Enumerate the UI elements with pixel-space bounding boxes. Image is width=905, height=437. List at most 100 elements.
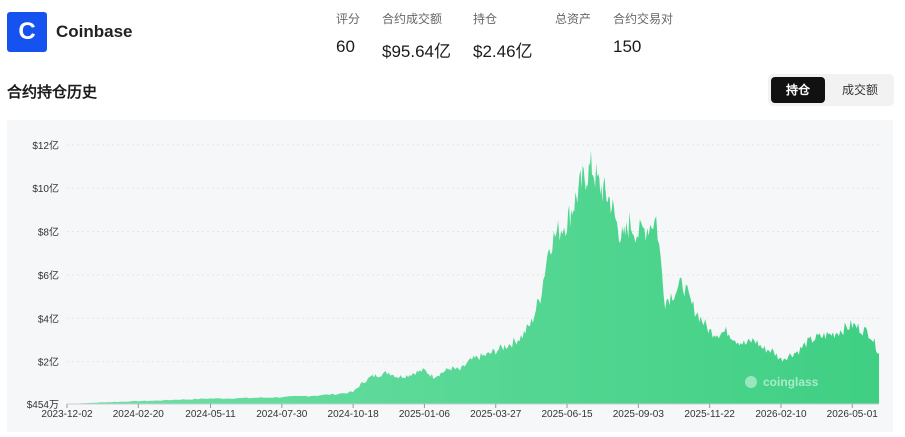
data-point: [415, 372, 417, 374]
stat-trading-pairs: 合约交易对 150: [613, 10, 673, 57]
x-tick-label: 2025-09-03: [613, 409, 665, 420]
data-point: [477, 357, 479, 359]
stat-value: $2.46亿: [473, 42, 533, 61]
data-point: [610, 200, 612, 202]
x-tick-label: 2025-01-06: [399, 409, 451, 420]
data-point: [486, 354, 488, 356]
data-point: [352, 391, 354, 393]
data-point: [281, 396, 283, 398]
data-point: [579, 187, 581, 189]
stat-label: 合约交易对: [613, 12, 674, 26]
data-point: [173, 399, 175, 401]
data-point: [647, 226, 649, 228]
data-point: [459, 370, 461, 372]
data-point: [591, 166, 593, 168]
x-tick-label: 2026-02-10: [755, 409, 807, 420]
data-point: [548, 244, 550, 246]
chart-panel: $12亿 $10亿 $8亿 $6亿 $4亿 $2亿 $454万 2023-12-02 2024-…: [7, 120, 893, 432]
data-point: [753, 339, 755, 341]
x-tick-label: 2024-05-11: [185, 409, 236, 420]
stat-total-assets: 总资产: [555, 10, 591, 37]
exchange-name: Coinbase: [56, 22, 133, 41]
data-point: [597, 183, 599, 185]
data-point: [843, 328, 845, 330]
stat-label: 总资产: [555, 12, 592, 26]
y-tick-label: $2亿: [38, 356, 59, 369]
data-point: [513, 341, 515, 343]
logo-letter: C: [18, 18, 36, 45]
stat-label: 持仓: [473, 12, 498, 26]
data-point: [780, 359, 782, 361]
data-point: [798, 350, 800, 352]
data-point: [335, 393, 337, 395]
data-point: [700, 318, 702, 320]
watermark-logo-icon: [745, 376, 757, 388]
data-point: [771, 350, 773, 352]
data-point: [263, 397, 265, 399]
x-tick-label: 2024-07-30: [256, 409, 308, 420]
data-point: [745, 344, 747, 346]
data-point: [573, 205, 575, 207]
data-point: [860, 328, 862, 330]
data-point: [762, 348, 764, 350]
data-point: [616, 224, 618, 226]
data-point: [655, 218, 657, 220]
data-point: [682, 283, 684, 285]
y-tick-label: $12亿: [32, 139, 59, 152]
data-point: [878, 352, 880, 354]
data-point: [604, 192, 606, 194]
data-point: [388, 372, 390, 374]
y-tick-label: $6亿: [38, 269, 59, 282]
data-point: [210, 398, 212, 400]
data-point: [138, 400, 140, 402]
data-point: [424, 370, 426, 372]
x-tick-label: 2024-02-20: [113, 409, 165, 420]
watermark-text: coinglass: [763, 375, 819, 389]
data-point: [691, 305, 693, 307]
data-point: [718, 333, 720, 335]
coinbase-logo-icon: C: [7, 12, 47, 52]
data-point: [736, 339, 738, 341]
data-point: [228, 398, 230, 400]
y-tick-label: $10亿: [32, 182, 59, 195]
data-point: [585, 174, 587, 176]
data-point: [807, 341, 809, 343]
y-tick-label: $8亿: [38, 226, 59, 239]
data-point: [566, 220, 568, 222]
y-tick-label: $4亿: [38, 312, 59, 325]
data-point: [852, 324, 854, 326]
data-point: [397, 376, 399, 378]
data-point: [540, 296, 542, 298]
data-point: [522, 335, 524, 337]
tab-volume[interactable]: 成交额: [830, 77, 890, 103]
tab-open-interest[interactable]: 持仓: [771, 77, 825, 103]
stat-label: 合约成交额: [382, 12, 443, 26]
data-point: [557, 231, 559, 233]
stat-futures-volume: 合约成交额 $95.64亿: [382, 10, 451, 62]
data-point: [379, 374, 381, 376]
stat-value: 60: [336, 37, 355, 56]
data-point: [834, 333, 836, 335]
data-point: [191, 399, 193, 401]
data-point: [406, 375, 408, 377]
data-point: [441, 372, 443, 374]
data-point: [468, 361, 470, 363]
data-point: [433, 376, 435, 378]
data-point: [638, 233, 640, 235]
data-point: [869, 333, 871, 335]
section-title: 合约持仓历史: [7, 84, 98, 101]
x-tick-label: 2023-12-02: [41, 409, 93, 420]
stat-value: $95.64亿: [382, 42, 451, 61]
open-interest-chart: $12亿$10亿$8亿$6亿$4亿$2亿$454万2023-12-02 2024-…: [27, 139, 880, 420]
data-point: [709, 331, 711, 333]
data-point: [664, 300, 666, 302]
data-point: [155, 400, 157, 402]
data-point: [789, 354, 791, 356]
stat-rating: 评分 60: [336, 10, 360, 57]
x-tick-label: 2026-05-01: [827, 409, 879, 420]
data-point: [673, 291, 675, 293]
data-point: [825, 335, 827, 337]
data-point: [317, 395, 319, 397]
x-tick-label: 2024-10-18: [328, 409, 380, 420]
data-point: [504, 346, 506, 348]
